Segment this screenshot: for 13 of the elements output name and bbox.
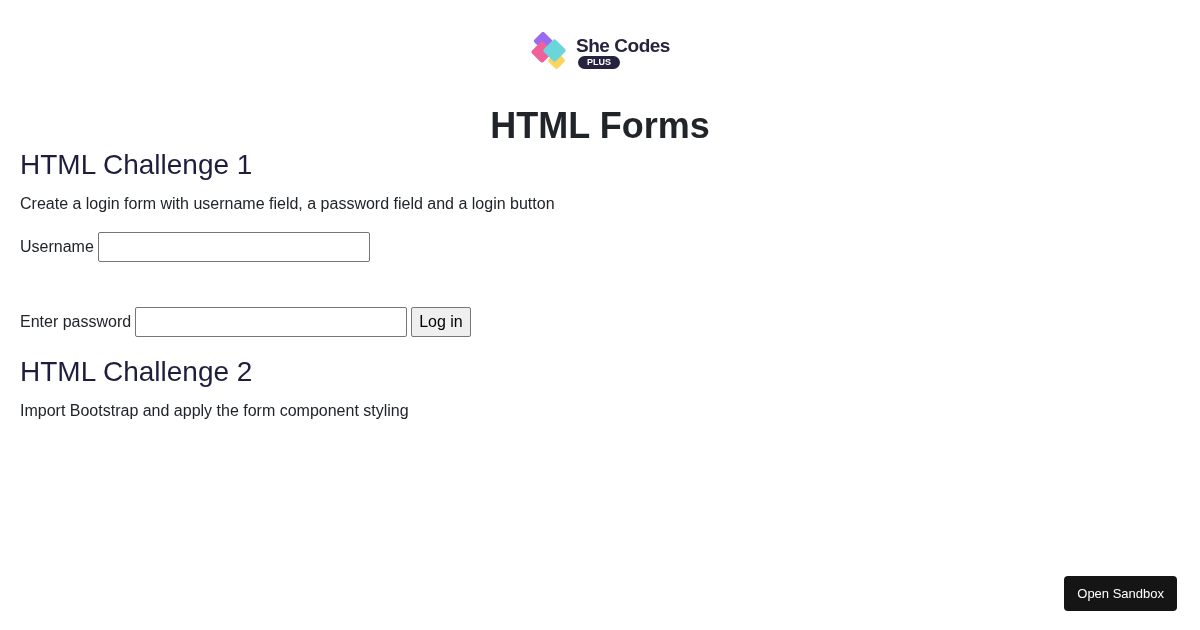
open-sandbox-button[interactable]: Open Sandbox — [1064, 575, 1177, 611]
section-heading: HTML Challenge 1 — [20, 148, 254, 182]
plus-badge: PLUS — [578, 55, 621, 69]
input-field[interactable] — [135, 307, 408, 337]
input-field[interactable] — [97, 232, 370, 262]
field-label: Enter password — [20, 312, 132, 332]
page-title: HTML Forms — [489, 106, 711, 146]
section-description: Create a login form with username field, a password field and a login button — [20, 194, 556, 214]
section-heading: HTML Challenge 2 — [20, 355, 254, 389]
login-button[interactable]: Log in — [411, 307, 471, 337]
field-label: Username — [20, 237, 94, 257]
section-description: Import Bootstrap and apply the form component styling — [20, 401, 410, 421]
logo-text: She Codes — [576, 35, 670, 55]
